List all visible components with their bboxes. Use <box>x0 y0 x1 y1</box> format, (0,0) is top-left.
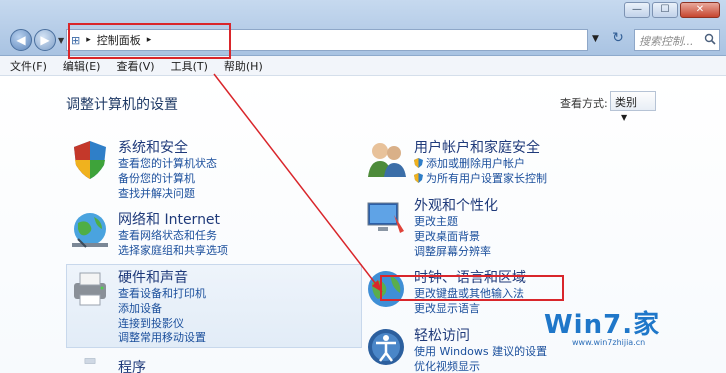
watermark-url: www.win7zhijia.cn <box>572 338 646 347</box>
watermark-logo-text: Win7.家 <box>544 310 661 340</box>
site-watermark: Win7.家 www.win7zhijia.cn <box>544 304 661 347</box>
